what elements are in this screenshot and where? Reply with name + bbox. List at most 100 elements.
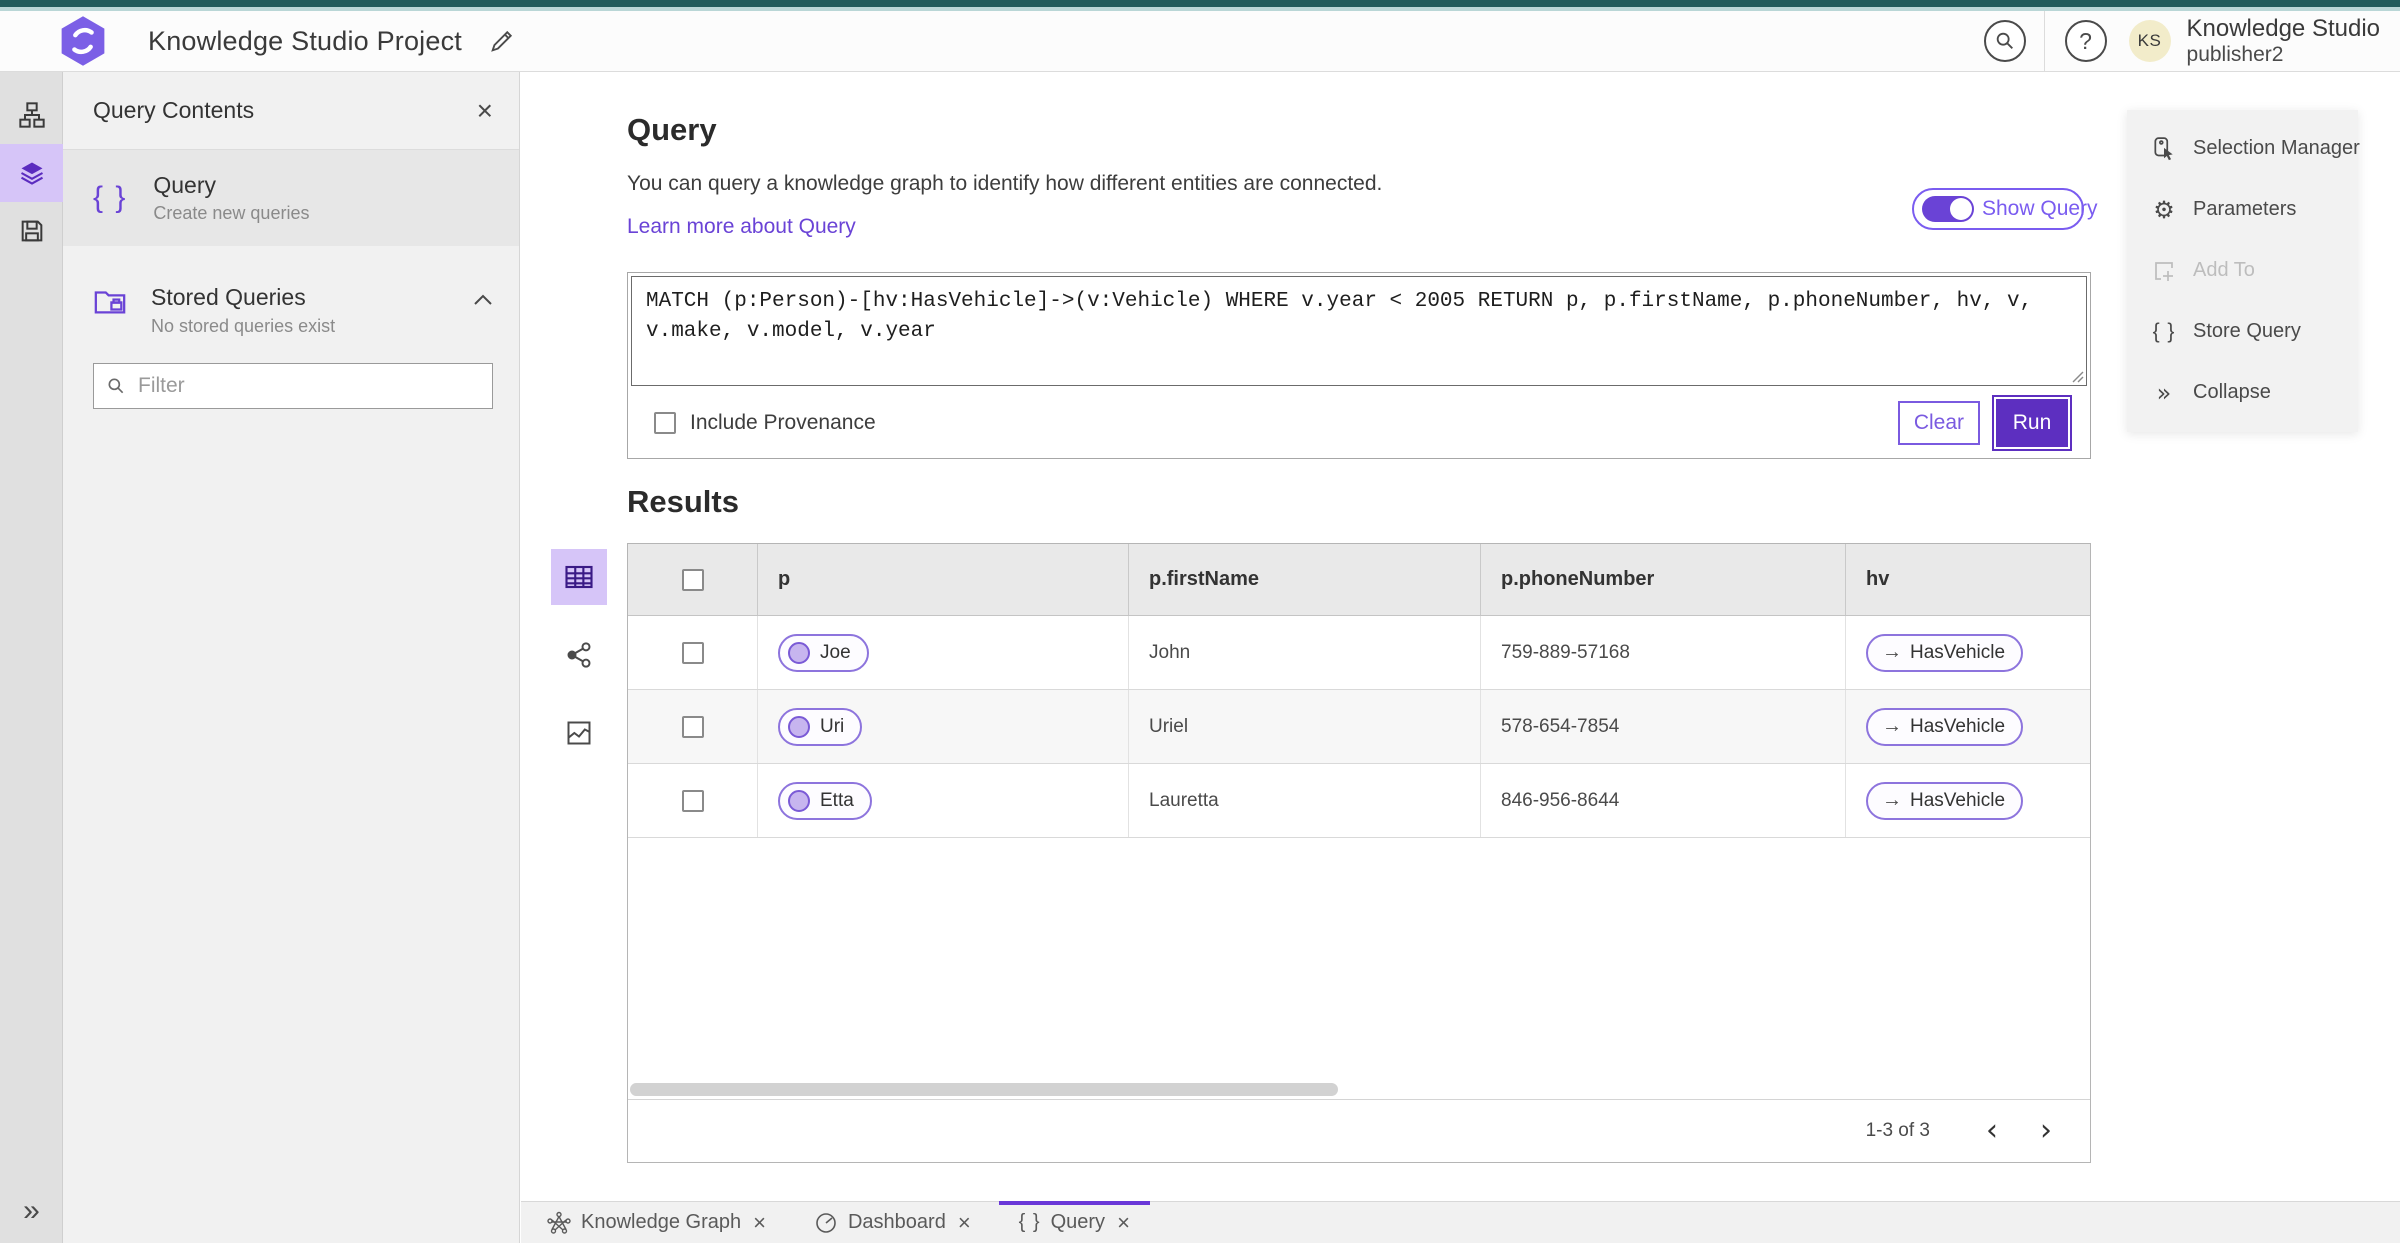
entity-pill[interactable]: Uri [778, 707, 863, 746]
share-network-icon [565, 641, 593, 669]
help-button[interactable]: ? [2064, 20, 2107, 62]
row-checkbox[interactable] [681, 641, 704, 664]
table-header-row: p p.firstName p.phoneNumber hv [628, 544, 2090, 616]
stored-queries-folder-icon [93, 284, 127, 318]
cell-phone: 759-889-57168 [1481, 616, 1846, 689]
arrow-right-icon: → [1882, 641, 1902, 663]
panel-header: Query Contents × [63, 72, 519, 150]
chevron-right-icon: › [2040, 1113, 2052, 1148]
main-content: Query You can query a knowledge graph to… [521, 72, 2400, 1201]
cell-firstname: Uriel [1129, 690, 1481, 763]
clear-button[interactable]: Clear [1897, 401, 1980, 445]
app-logo-icon [52, 15, 114, 67]
close-tab-icon[interactable]: × [753, 1211, 766, 1234]
arrow-right-icon: → [1882, 715, 1902, 737]
entity-pill[interactable]: Joe [778, 633, 869, 672]
tab-knowledge-graph[interactable]: Knowledge Graph × [527, 1202, 786, 1243]
rail-item-save[interactable] [0, 202, 63, 260]
run-button[interactable]: Run [1996, 399, 2068, 447]
rail-item-data-model[interactable] [0, 86, 63, 144]
parameters-button[interactable]: ⚙ Parameters [2127, 179, 2358, 240]
topbar-right: ? KS Knowledge Studio publisher2 [1983, 11, 2388, 71]
knowledge-graph-icon [547, 1211, 571, 1235]
include-provenance-checkbox[interactable] [654, 412, 676, 434]
show-query-toggle[interactable]: Show Query [1912, 188, 2098, 230]
stored-queries-title: Stored Queries [151, 284, 306, 310]
pencil-icon [488, 27, 516, 55]
filter-input[interactable] [138, 374, 480, 398]
graph-view-button[interactable] [551, 627, 607, 683]
query-contents-panel: Query Contents × { } Query Create new qu… [63, 72, 520, 1243]
tab-dashboard[interactable]: Dashboard × [794, 1202, 991, 1243]
column-header-firstname[interactable]: p.firstName [1129, 544, 1481, 615]
relationship-pill[interactable]: → HasVehicle [1866, 707, 2024, 746]
map-view-button[interactable] [551, 705, 607, 761]
close-tab-icon[interactable]: × [1117, 1211, 1130, 1234]
results-heading: Results [627, 484, 739, 519]
column-header-phonenumber[interactable]: p.phoneNumber [1481, 544, 1846, 615]
relationship-pill[interactable]: → HasVehicle [1866, 781, 2024, 820]
add-to-button: Add To [2127, 240, 2358, 301]
toggle-label: Show Query [1982, 197, 2098, 220]
panel-title: Query Contents [93, 97, 255, 123]
topbar: Knowledge Studio Project ? KS Knowledge … [0, 11, 2400, 72]
stored-queries-header[interactable]: Stored Queries No stored queries exist [63, 260, 519, 347]
search-icon [106, 376, 126, 396]
column-header-p[interactable]: p [758, 544, 1129, 615]
query-item-title: Query [153, 172, 217, 198]
stored-queries-subtitle: No stored queries exist [151, 316, 336, 336]
user-block: Knowledge Studio publisher2 [2187, 15, 2388, 67]
table-icon [564, 562, 594, 592]
include-provenance-label: Include Provenance [690, 411, 876, 434]
results-view-switcher [551, 549, 607, 783]
table-footer: 1-3 of 3 ‹ › [628, 1099, 2090, 1162]
collapse-panel-button[interactable]: » Collapse [2127, 362, 2358, 423]
braces-icon: { } [93, 181, 128, 214]
row-checkbox[interactable] [681, 715, 704, 738]
panel-item-query[interactable]: { } Query Create new queries [63, 150, 519, 246]
table-row: Joe John 759-889-57168 → HasVehicle [628, 616, 2090, 690]
entity-dot-icon [788, 789, 810, 812]
chevron-left-icon: ‹ [1986, 1113, 1998, 1148]
braces-icon: { } [2152, 319, 2176, 343]
panel-close-button[interactable]: × [477, 96, 493, 125]
selection-manager-button[interactable]: Selection Manager [2127, 118, 2360, 179]
table-view-button[interactable] [551, 549, 607, 605]
arrow-right-icon: → [1882, 789, 1902, 811]
double-chevron-right-icon: » [23, 1194, 40, 1227]
braces-icon: { } [1018, 1211, 1041, 1233]
column-header-hv[interactable]: hv [1846, 544, 2090, 615]
select-all-checkbox[interactable] [681, 568, 704, 591]
left-rail: » [0, 72, 63, 1243]
horizontal-scrollbar[interactable] [630, 1083, 1338, 1096]
cell-firstname: John [1129, 616, 1481, 689]
map-icon [565, 719, 593, 747]
toggle-switch-on [1922, 196, 1974, 222]
close-tab-icon[interactable]: × [958, 1211, 971, 1234]
learn-more-link[interactable]: Learn more about Query [627, 215, 856, 239]
add-to-icon [2149, 259, 2179, 283]
relationship-pill[interactable]: → HasVehicle [1866, 633, 2024, 672]
expand-rail-button[interactable]: » [0, 1189, 63, 1233]
rail-item-contents[interactable] [0, 144, 63, 202]
bottom-tabbar: Knowledge Graph × Dashboard × { } Query … [521, 1201, 2400, 1243]
user-name: Knowledge Studio [2186, 15, 2380, 43]
cell-firstname: Lauretta [1129, 764, 1481, 837]
query-description: You can query a knowledge graph to ident… [627, 172, 1383, 195]
query-item-subtitle: Create new queries [153, 203, 310, 223]
search-button[interactable] [1983, 20, 2026, 62]
query-input[interactable]: MATCH (p:Person)-[hv:HasVehicle]->(v:Veh… [631, 276, 2087, 386]
query-actions-panel: Selection Manager ⚙ Parameters Add To { … [2127, 110, 2360, 432]
page-title: Query [627, 112, 717, 147]
entity-pill[interactable]: Etta [778, 781, 872, 820]
cell-phone: 578-654-7854 [1481, 690, 1846, 763]
next-page-button[interactable]: › [2028, 1113, 2064, 1149]
avatar[interactable]: KS [2128, 20, 2171, 62]
row-checkbox[interactable] [681, 789, 704, 812]
help-icon: ? [2079, 27, 2092, 54]
prev-page-button[interactable]: ‹ [1974, 1113, 2010, 1149]
filter-field [93, 363, 493, 409]
store-query-button[interactable]: { } Store Query [2127, 301, 2358, 362]
tab-query[interactable]: { } Query × [998, 1201, 1151, 1243]
edit-title-button[interactable] [488, 27, 516, 55]
